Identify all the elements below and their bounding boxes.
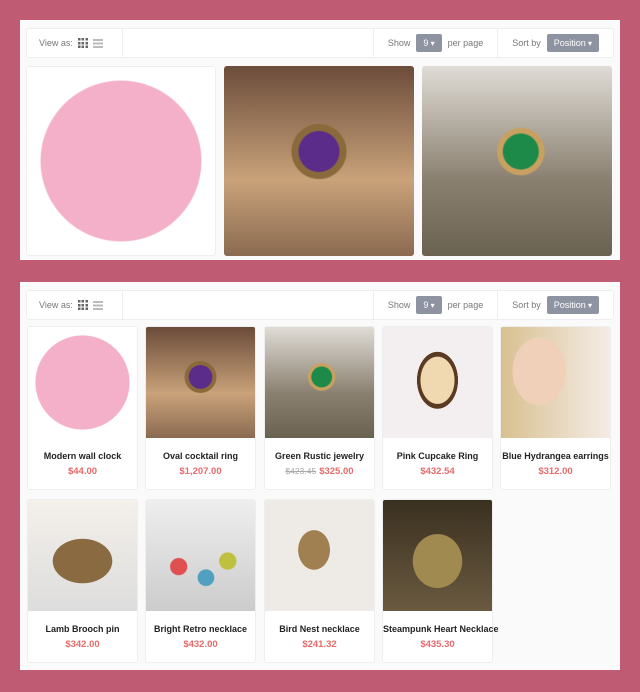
product-card[interactable]: Bright Retro necklace $432.00 — [145, 499, 256, 663]
price-value: $435.30 — [420, 639, 455, 650]
product-price: $1,207.00 — [146, 466, 255, 477]
product-card[interactable]: Blue Hydrangea earrings $312.00 — [500, 326, 611, 490]
product-image[interactable] — [383, 327, 492, 438]
product-card[interactable]: Pink Cupcake Ring $432.54 — [382, 326, 493, 490]
product-image[interactable] — [28, 500, 137, 611]
product-card[interactable]: Lamb Brooch pin $342.00 — [27, 499, 138, 663]
product-image[interactable] — [265, 327, 374, 438]
price-value: $44.00 — [67, 466, 98, 477]
view-as-label: View as: — [39, 38, 73, 48]
product-image[interactable] — [146, 327, 255, 438]
grid-view-panel: View as: Show 9 per page Sort by Position M… — [20, 282, 620, 670]
per-page-select[interactable]: 9 — [416, 34, 442, 52]
grid-view-icon[interactable] — [77, 300, 88, 310]
sort-select[interactable]: Position — [546, 296, 599, 314]
product-price: $432.00 — [146, 639, 255, 650]
product-name[interactable]: Blue Hydrangea earrings — [501, 451, 610, 461]
product-image[interactable] — [28, 327, 137, 438]
per-page-label: per page — [447, 300, 484, 310]
product-name[interactable]: Bird Nest necklace — [265, 624, 374, 634]
grid-view-panel-large: View as: Show 9 per page Sort by Position — [20, 20, 620, 260]
product-image-large[interactable] — [26, 66, 216, 256]
product-card[interactable]: Modern wall clock $44.00 — [27, 326, 138, 490]
price-value: $312.00 — [538, 466, 573, 477]
price-value: $432.54 — [420, 466, 455, 477]
product-name[interactable]: Bright Retro necklace — [146, 624, 255, 634]
per-page-label: per page — [447, 38, 484, 48]
toolbar: View as: Show 9 per page Sort by Position — [26, 290, 614, 320]
view-as-label: View as: — [39, 300, 73, 310]
sort-by-label: Sort by — [512, 38, 541, 48]
product-card[interactable]: Steampunk Heart Necklace $435.30 — [382, 499, 499, 663]
product-image-large[interactable] — [422, 66, 612, 256]
product-card[interactable]: Bird Nest necklace $241.32 — [264, 499, 375, 663]
product-name[interactable]: Lamb Brooch pin — [28, 624, 137, 634]
grid-view-icon[interactable] — [77, 38, 88, 48]
show-label: Show — [387, 38, 411, 48]
price-value: $325.00 — [319, 466, 354, 477]
old-price: $423.45 — [285, 466, 317, 476]
sort-select[interactable]: Position — [546, 34, 599, 52]
product-price: $312.00 — [501, 466, 610, 477]
product-price: $241.32 — [265, 639, 374, 650]
product-image-large[interactable] — [224, 66, 414, 256]
product-image[interactable] — [146, 500, 255, 611]
product-price: $423.45 $325.00 — [265, 466, 374, 477]
list-view-icon[interactable] — [92, 300, 103, 310]
show-label: Show — [387, 300, 411, 310]
price-value: $342.00 — [65, 639, 100, 650]
product-name[interactable]: Pink Cupcake Ring — [383, 451, 492, 461]
product-price: $44.00 — [28, 466, 137, 477]
product-image[interactable] — [383, 500, 492, 611]
product-image[interactable] — [501, 327, 610, 438]
product-price: $432.54 — [383, 466, 492, 477]
price-value: $432.00 — [183, 639, 218, 650]
product-name[interactable]: Oval cocktail ring — [146, 451, 255, 461]
list-view-icon[interactable] — [92, 38, 103, 48]
product-name[interactable]: Green Rustic jewelry — [265, 451, 374, 461]
product-card[interactable]: Green Rustic jewelry $423.45 $325.00 — [264, 326, 375, 490]
product-price: $342.00 — [28, 639, 137, 650]
per-page-select[interactable]: 9 — [416, 296, 442, 314]
product-price: $435.30 — [383, 639, 492, 650]
toolbar: View as: Show 9 per page Sort by Position — [26, 28, 614, 58]
product-card[interactable]: Oval cocktail ring $1,207.00 — [145, 326, 256, 490]
product-image[interactable] — [265, 500, 374, 611]
sort-by-label: Sort by — [512, 300, 541, 310]
price-value: $241.32 — [302, 639, 337, 650]
product-name[interactable]: Steampunk Heart Necklace — [383, 624, 499, 634]
product-name[interactable]: Modern wall clock — [28, 451, 137, 461]
price-value: $1,207.00 — [179, 466, 222, 477]
